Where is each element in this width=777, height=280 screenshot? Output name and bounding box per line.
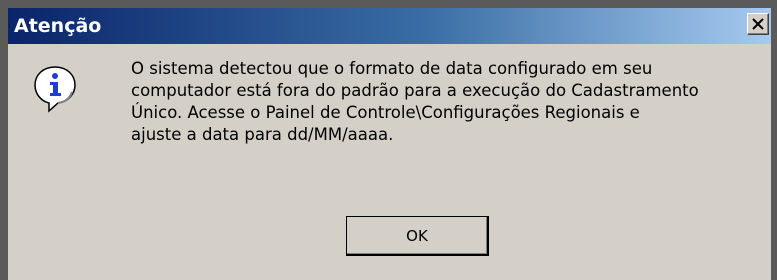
- dialog-message: O sistema detectou que o formato de data…: [131, 59, 699, 144]
- close-icon: [752, 18, 764, 30]
- ok-button-label: OK: [406, 226, 428, 245]
- title-bar[interactable]: Atenção: [8, 8, 771, 44]
- message-dialog: Atenção O sistema detectou que o formato…: [0, 0, 777, 280]
- close-button[interactable]: [747, 13, 769, 35]
- ok-button[interactable]: OK: [346, 216, 489, 256]
- dialog-title: Atenção: [14, 15, 102, 37]
- info-icon: [32, 64, 78, 114]
